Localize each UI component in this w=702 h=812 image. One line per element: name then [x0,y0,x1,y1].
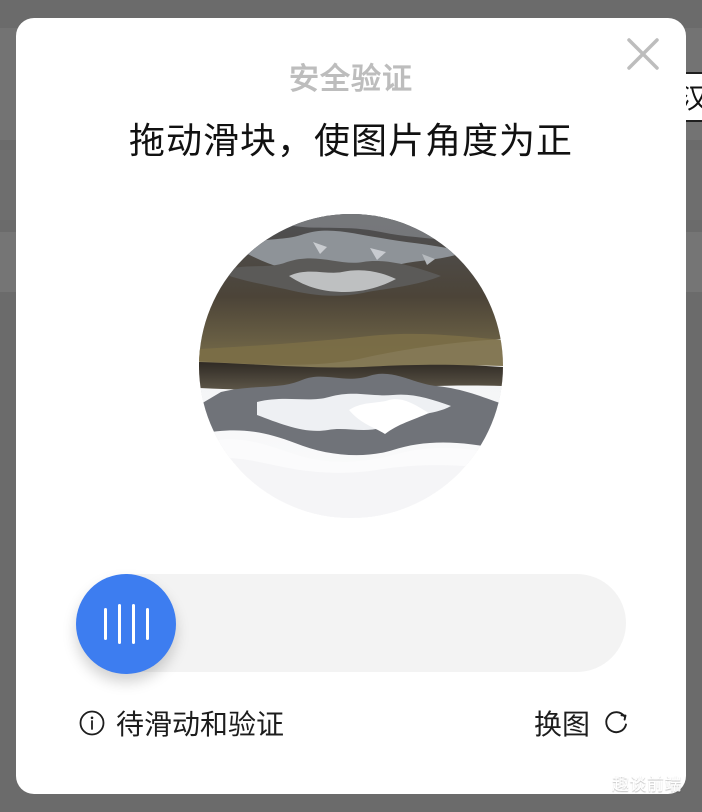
grip-icon [103,604,149,644]
refresh-icon [605,711,627,734]
verification-status: 待滑动和验证 [78,706,285,741]
slider-handle[interactable] [76,574,176,674]
rotation-puzzle-image [199,214,503,518]
modal-subtitle: 安全验证 [289,62,413,97]
verification-status-text: 待滑动和验证 [116,708,285,741]
watermark: 趣谈前端 [582,770,682,795]
change-image-label: 换图 [534,708,591,741]
verification-modal: 安全验证 拖动滑块，使图片角度为正 待滑动和验证 换图 [16,18,686,794]
mountain-lake-image [199,214,503,518]
watermark-text: 趣谈前端 [612,775,682,795]
info-icon [79,710,105,736]
change-image-button[interactable]: 换图 [534,706,632,741]
wechat-icon [583,774,605,790]
modal-title: 拖动滑块，使图片角度为正 [128,121,573,162]
